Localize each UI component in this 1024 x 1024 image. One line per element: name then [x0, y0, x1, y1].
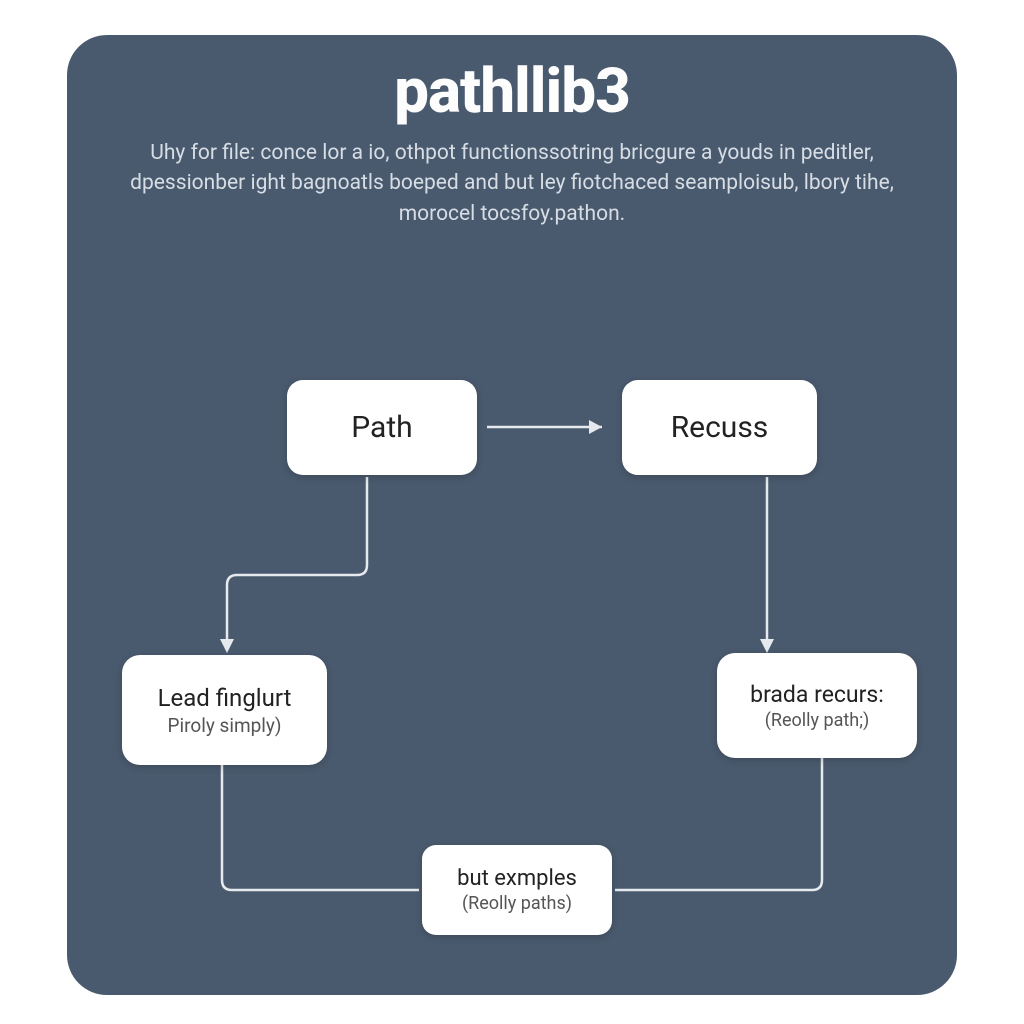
node-path-label: Path	[351, 410, 412, 445]
node-but: but exmples (Reolly paths)	[422, 845, 612, 935]
node-lead: Lead finglurt Piroly simply)	[122, 655, 327, 765]
node-lead-sub: Piroly simply)	[168, 714, 282, 737]
node-recuss-label: Recuss	[671, 410, 769, 445]
node-path: Path	[287, 380, 477, 475]
page-title: pathllib3	[67, 55, 957, 128]
node-but-label: but exmples	[457, 866, 577, 891]
node-but-sub: (Reolly paths)	[462, 893, 572, 914]
node-brada: brada recurs: (Reolly path;)	[717, 653, 917, 758]
node-lead-label: Lead finglurt	[158, 684, 292, 712]
node-recuss: Recuss	[622, 380, 817, 475]
diagram-card: pathllib3 Uhy for file: conce lor a io, …	[67, 35, 957, 995]
page-subtitle: Uhy for file: conce lor a io, othpot fun…	[127, 138, 897, 229]
node-brada-sub: (Reolly path;)	[765, 710, 870, 731]
node-brada-label: brada recurs:	[750, 681, 884, 708]
